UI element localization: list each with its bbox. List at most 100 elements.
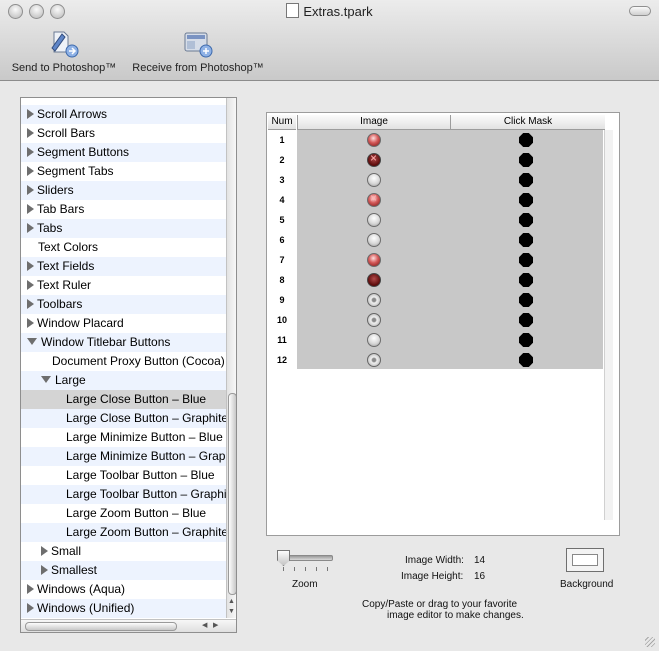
resize-grip-icon[interactable] [645,637,655,647]
tree-item-label: Segment Tabs [37,164,114,178]
window-title: Extras.tpark [0,3,659,19]
button-image-icon[interactable] [367,293,381,307]
tree-item[interactable]: Large Close Button – Graphite [21,409,236,428]
tree-item-label: Large Toolbar Button – Graphite [66,487,237,501]
zoom-tick [327,567,328,571]
disclosure-closed-icon[interactable] [27,603,34,613]
tree-item-label: Tabs [37,221,63,235]
tree-item[interactable]: Sliders [21,181,232,200]
tree-item[interactable]: Smallest [21,561,236,580]
tree-item-label: Tab Bars [37,202,85,216]
button-image-icon[interactable] [367,273,381,287]
tree-item[interactable]: Windows (Aqua) [21,580,232,599]
vertical-scroll-thumb[interactable] [228,393,236,595]
tree-item[interactable]: Windows (Unified) [21,599,232,618]
disclosure-closed-icon[interactable] [27,109,34,119]
disclosure-closed-icon[interactable] [27,128,34,138]
column-header-image[interactable]: Image [297,115,450,130]
button-image-icon[interactable] [367,253,381,267]
tree-item[interactable]: Small [21,542,236,561]
disclosure-closed-icon[interactable] [27,147,34,157]
tree-item[interactable]: Large Toolbar Button – Graphite [21,485,237,504]
image-width-value: 14 [474,555,486,566]
scroll-right-arrow-icon[interactable]: ▶ [213,622,218,630]
horizontal-scroll-thumb[interactable] [25,622,177,631]
tree-item-label: Windows (Aqua) [37,582,126,596]
background-color-well[interactable] [566,548,604,572]
image-height-label: Image Height: [401,571,464,582]
tree-item[interactable]: Toolbars [21,295,232,314]
column-header-num[interactable]: Num [268,115,296,130]
button-image-icon[interactable] [367,353,381,367]
button-image-icon[interactable] [367,173,381,187]
tree-item-label: Segment Buttons [37,145,130,159]
disclosure-closed-icon[interactable] [27,185,34,195]
row-number: 9 [279,295,285,305]
tree-item[interactable]: Scroll Arrows [21,105,232,124]
row-number: 1 [279,135,285,145]
tree-item-label: Small [51,544,82,558]
tree-item[interactable]: Segment Tabs [21,162,232,181]
disclosure-closed-icon[interactable] [27,204,34,214]
button-image-icon[interactable] [367,313,381,327]
button-image-icon[interactable] [367,333,381,347]
tree-item[interactable]: Segment Buttons [21,143,232,162]
tree-item[interactable]: Text Fields [21,257,232,276]
tree-item[interactable]: Document Proxy Button (Cocoa) [21,352,236,371]
disclosure-closed-icon[interactable] [27,280,34,290]
button-image-icon[interactable] [367,213,381,227]
row-number: 6 [279,235,285,245]
receive-from-photoshop-button[interactable]: Receive from Photoshop™ [128,28,268,74]
row-number: 2 [279,155,285,165]
disclosure-closed-icon[interactable] [27,261,34,271]
scroll-left-arrow-icon[interactable]: ◀ [202,622,207,630]
tree-item[interactable]: Window Placard [21,314,232,333]
tree-item[interactable]: Large Zoom Button – Blue [21,504,236,523]
tree-item-label: Scroll Bars [37,126,96,140]
button-image-icon[interactable] [367,233,381,247]
tree-item-label: Text Fields [37,259,95,273]
tree-item[interactable]: Window Titlebar Buttons [21,333,232,352]
send-to-photoshop-button[interactable]: Send to Photoshop™ [8,28,120,74]
tree-item[interactable]: Scroll Bars [21,124,232,143]
button-image-icon[interactable] [367,151,381,167]
table-scrollbar-track [604,130,613,520]
component-tree[interactable]: Scroll Arrows Scroll Bars Segment Buttons S… [20,97,237,633]
disclosure-closed-icon[interactable] [27,166,34,176]
tree-item[interactable]: Large [21,371,236,390]
disclosure-closed-icon[interactable] [27,318,34,328]
tree-item[interactable]: Large Toolbar Button – Blue [21,466,236,485]
button-image-icon[interactable] [367,191,381,207]
horizontal-scrollbar[interactable]: ◀ ▶ [21,619,236,632]
tree-item[interactable]: Large Minimize Button – Blue [21,428,236,447]
row-number: 8 [279,275,285,285]
tree-item[interactable]: Text Colors [21,238,236,257]
disclosure-open-icon[interactable] [41,376,51,383]
vertical-scrollbar[interactable]: ▲ ▼ [226,98,236,618]
disclosure-closed-icon[interactable] [41,546,48,556]
tree-item[interactable]: Text Ruler [21,276,232,295]
tree-item-label: Large Minimize Button – Graphite [66,449,237,463]
tree-item-label: Large Close Button – Blue [66,392,207,406]
disclosure-open-icon[interactable] [27,338,37,345]
disclosure-closed-icon[interactable] [27,299,34,309]
tree-item-label: Large Zoom Button – Blue [66,506,207,520]
disclosure-closed-icon[interactable] [27,223,34,233]
tree-item[interactable]: Tabs [21,219,232,238]
tree-item[interactable]: Large Close Button – Blue [21,390,236,409]
tree-item[interactable]: Large Zoom Button – Graphite [21,523,236,542]
image-table: Num Image Click Mask 123456789101112 [266,112,620,536]
zoom-slider-knob[interactable] [277,550,290,566]
scroll-down-arrow-icon[interactable]: ▼ [228,608,235,616]
button-image-icon[interactable] [367,133,381,147]
tree-item[interactable]: Tab Bars [21,200,232,219]
tree-item-label: Large [55,373,86,387]
column-header-click-mask[interactable]: Click Mask [450,115,605,130]
row-number: 11 [277,335,287,345]
tree-item[interactable]: Large Minimize Button – Graphite [21,447,237,466]
scroll-up-arrow-icon[interactable]: ▲ [228,598,235,606]
disclosure-closed-icon[interactable] [41,565,48,575]
disclosure-closed-icon[interactable] [27,584,34,594]
hint-line-2: image editor to make changes. [387,610,524,621]
toolbar-toggle-button[interactable] [629,6,651,16]
